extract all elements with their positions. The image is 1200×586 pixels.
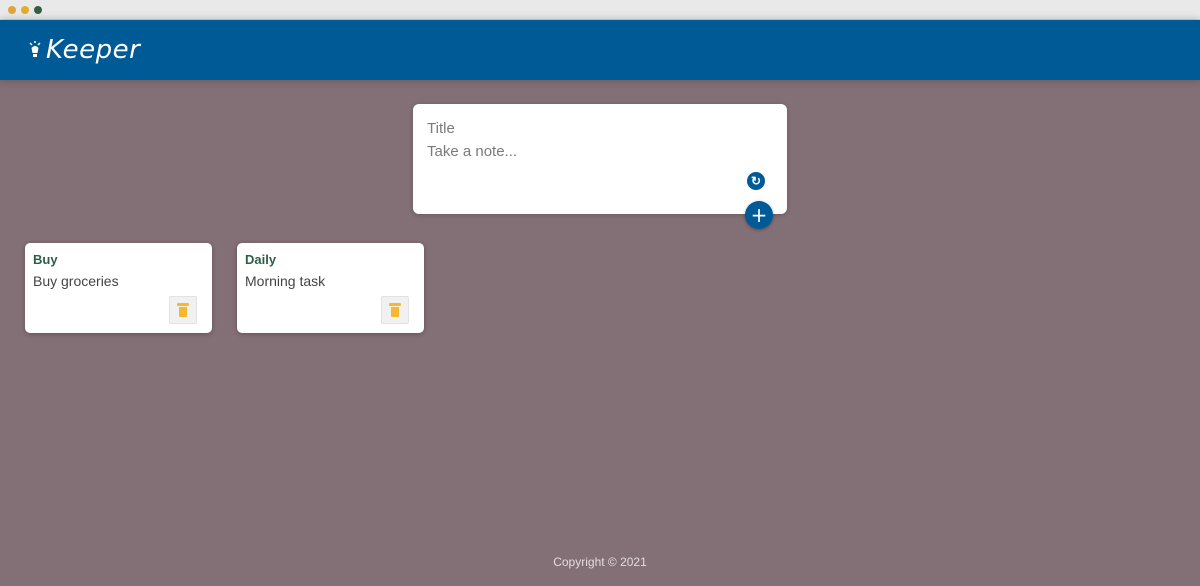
minimize-window-dot[interactable] xyxy=(21,6,29,14)
plus-icon: + xyxy=(750,203,768,227)
trash-icon xyxy=(177,303,189,317)
note-title-input[interactable] xyxy=(427,118,767,138)
delete-note-button[interactable] xyxy=(169,296,197,324)
add-note-button[interactable]: + xyxy=(745,201,773,229)
window-titlebar xyxy=(0,0,1200,20)
refresh-icon[interactable]: ↻ xyxy=(747,172,765,190)
footer: Copyright © 2021 xyxy=(0,555,1200,569)
note-body-input[interactable] xyxy=(427,143,767,165)
note-content: Morning task xyxy=(245,273,326,289)
note-content: Buy groceries xyxy=(33,273,119,289)
note-title: Buy xyxy=(33,252,58,267)
app-header: Keeper xyxy=(0,20,1200,80)
app-logo: Keeper xyxy=(28,34,140,66)
trash-icon xyxy=(389,303,401,317)
note-card: Buy Buy groceries xyxy=(25,243,212,333)
note-card: Daily Morning task xyxy=(237,243,424,333)
create-note-form: ↻ xyxy=(413,104,787,214)
copyright-text: Copyright © 2021 xyxy=(553,555,647,569)
app-title: Keeper xyxy=(46,35,141,65)
close-window-dot[interactable] xyxy=(8,6,16,14)
lightbulb-icon xyxy=(28,40,42,60)
note-title: Daily xyxy=(245,252,277,267)
delete-note-button[interactable] xyxy=(381,296,409,324)
maximize-window-dot[interactable] xyxy=(34,6,42,14)
